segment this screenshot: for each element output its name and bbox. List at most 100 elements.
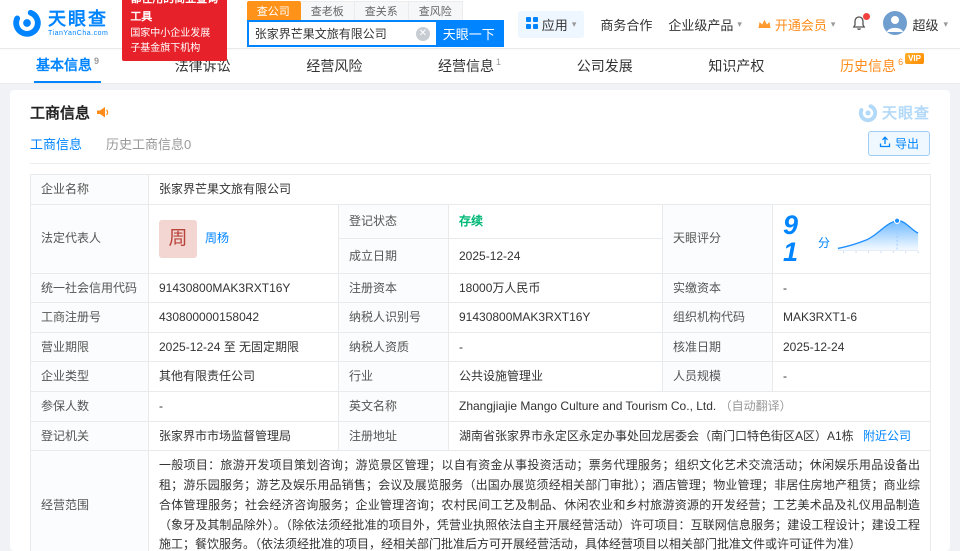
search-tab-relation[interactable]: 查关系 [354, 1, 409, 20]
taxpayer-id-value: 91430800MAK3RXT16Y [448, 302, 663, 333]
chevron-down-icon: ▾ [943, 18, 948, 29]
search-box: ✕ 天眼一下 [246, 20, 504, 47]
score-value: 91 [783, 209, 799, 267]
menu-open-vip[interactable]: 开通会员 ▾ [758, 15, 836, 34]
promo-banner: 都在用的商业查询工具 国家中小企业发展子基金旗下机构 [122, 0, 227, 61]
menu-open-vip-label: 开通会员 [774, 17, 827, 33]
main-content: 工商信息 天眼查 工商信息 历史工商信息0 导出 企业名称 张家界芒果文旅有限公… [10, 90, 950, 551]
insured-count-value: - [148, 390, 339, 422]
org-code-label: 组织机构代码 [662, 302, 773, 333]
chevron-down-icon: ▾ [830, 18, 836, 29]
export-button[interactable]: 导出 [867, 131, 930, 156]
business-term-value: 2025-12-24 至 无固定期限 [148, 331, 339, 363]
menu-apps[interactable]: 应用 ▾ [517, 10, 585, 38]
taxpayer-id-label: 纳税人识别号 [338, 302, 449, 333]
est-date-label: 成立日期 [338, 238, 449, 274]
notification-bell-icon[interactable] [851, 12, 871, 34]
business-info-table: 企业名称 张家界芒果文旅有限公司 法定代表人 周 周杨 登记状态 存续 天眼评分… [30, 174, 932, 551]
tab-basic-info[interactable]: 基本信息 9 [34, 49, 102, 83]
org-code-value: MAK3RXT1-6 [771, 302, 932, 333]
tab-count: 1 [496, 57, 502, 67]
table-row: 工商注册号 430800000158042 纳税人识别号 91430800MAK… [30, 302, 932, 333]
company-name-label: 企业名称 [30, 174, 149, 205]
user-account[interactable]: 超级 ▾ [883, 10, 948, 38]
authority-label: 登记机关 [30, 420, 149, 452]
search-button[interactable]: 天眼一下 [435, 22, 502, 45]
staff-size-value: - [771, 361, 932, 392]
search-block: 查公司 查老板 查关系 查风险 ✕ 天眼一下 [246, 1, 504, 47]
search-tab-risk[interactable]: 查风险 [408, 1, 463, 20]
address-label: 注册地址 [338, 420, 449, 452]
paid-capital-label: 实缴资本 [662, 272, 773, 304]
industry-value: 公共设施管理业 [448, 361, 663, 392]
score-unit: 分 [818, 236, 831, 251]
avatar [883, 10, 908, 38]
tab-company-development[interactable]: 公司发展 [575, 49, 635, 83]
clear-search-icon[interactable]: ✕ [415, 26, 430, 41]
tab-operating-info[interactable]: 经营信息 1 [436, 49, 503, 83]
auto-translate-note: （自动翻译） [719, 398, 792, 413]
section-title: 工商信息 [30, 105, 91, 122]
business-scope-label: 经营范围 [30, 450, 149, 551]
status-badge: 存续 [459, 214, 484, 229]
logo-name: 天眼查 [48, 9, 108, 30]
search-tab-boss[interactable]: 查老板 [300, 1, 355, 20]
insured-count-label: 参保人数 [30, 390, 149, 422]
table-row: 企业名称 张家界芒果文旅有限公司 [30, 174, 932, 205]
tab-count: 9 [94, 56, 100, 66]
search-tab-company[interactable]: 查公司 [246, 1, 301, 20]
promo-line2: 国家中小企业发展子基金旗下机构 [130, 27, 211, 55]
tab-intellectual-property[interactable]: 知识产权 [706, 49, 766, 83]
authority-value: 张家界市市场监督管理局 [148, 420, 339, 452]
chevron-down-icon: ▾ [737, 18, 742, 29]
announcement-icon [96, 106, 110, 119]
paid-capital-value: - [771, 272, 932, 304]
username: 超级 [912, 17, 939, 33]
menu-cooperation[interactable]: 商务合作 [600, 15, 652, 34]
tianyancha-logo-icon [12, 8, 42, 41]
export-label: 导出 [894, 137, 919, 151]
header-menu: 应用 ▾ 商务合作 企业级产品 ▾ 开通会员 ▾ 超级 ▾ [517, 10, 948, 38]
menu-enterprise-products[interactable]: 企业级产品 ▾ [668, 15, 742, 34]
search-input[interactable] [248, 26, 416, 41]
company-name-value: 张家界芒果文旅有限公司 [147, 174, 932, 205]
approval-date-label: 核准日期 [662, 331, 773, 363]
est-date-value: 2025-12-24 [448, 238, 663, 274]
table-row: 经营范围 一般项目：旅游开发项目策划咨询；游览景区管理；以自有资金从事投资活动；… [30, 450, 932, 551]
legal-rep-avatar[interactable]: 周 [159, 219, 197, 258]
legal-rep-cell: 周 周杨 [148, 203, 339, 274]
industry-label: 行业 [338, 361, 449, 392]
business-scope-value: 一般项目：旅游开发项目策划咨询；游览景区管理；以自有资金从事投资活动；票务代理服… [147, 450, 932, 551]
vip-badge: VIP [905, 52, 924, 64]
reg-capital-label: 注册资本 [338, 272, 449, 304]
table-row: 法定代表人 周 周杨 登记状态 存续 天眼评分 91 分 [30, 203, 932, 274]
taxpayer-qual-label: 纳税人资质 [338, 331, 449, 363]
table-row: 登记机关 张家界市市场监督管理局 注册地址 湖南省张家界市永定区永定办事处回龙居… [30, 420, 932, 452]
tianyancha-logo[interactable]: 天眼查 TianYanCha.com [12, 8, 108, 41]
nearby-companies-link[interactable]: 附近公司 [863, 429, 911, 443]
notification-badge [863, 12, 871, 20]
table-row: 企业类型 其他有限责任公司 行业 公共设施管理业 人员规模 - [30, 361, 932, 392]
table-row: 营业期限 2025-12-24 至 无固定期限 纳税人资质 - 核准日期 202… [30, 331, 932, 363]
logo-domain: TianYanCha.com [48, 30, 109, 38]
promo-line1: 都在用的商业查询工具 [130, 0, 218, 23]
subtab-bar: 工商信息 历史工商信息0 导出 [30, 131, 930, 164]
reg-no-label: 工商注册号 [30, 302, 149, 333]
business-info-card: 工商信息 天眼查 工商信息 历史工商信息0 导出 企业名称 张家界芒果文旅有限公… [10, 90, 950, 551]
business-term-label: 营业期限 [30, 331, 149, 363]
tab-count: 6 [898, 57, 904, 67]
reg-status-value: 存续 [448, 203, 663, 240]
company-type-label: 企业类型 [30, 361, 149, 392]
score-trend-chart [836, 215, 920, 263]
subtab-business-info[interactable]: 工商信息 [30, 134, 82, 153]
chevron-down-icon: ▾ [571, 18, 577, 29]
subtab-history-business-info[interactable]: 历史工商信息0 [106, 134, 191, 153]
menu-enterprise-products-label: 企业级产品 [668, 17, 734, 33]
reg-capital-value: 18000万人民币 [448, 272, 663, 304]
legal-rep-name-link[interactable]: 周杨 [205, 229, 229, 248]
search-tabs: 查公司 查老板 查关系 查风险 [246, 1, 504, 20]
tab-history-info[interactable]: 历史信息 6 VIP [838, 49, 926, 83]
tab-operating-risk[interactable]: 经营风险 [304, 49, 364, 83]
reg-status-label: 登记状态 [338, 203, 449, 240]
taxpayer-qual-value: - [448, 331, 663, 363]
